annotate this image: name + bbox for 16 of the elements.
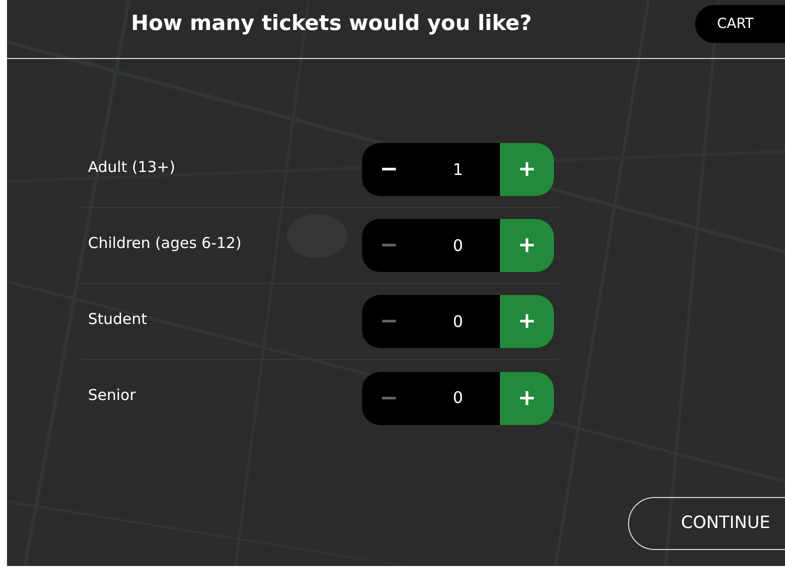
increase-button[interactable]: + bbox=[500, 219, 554, 272]
quantity-value: 0 bbox=[452, 234, 464, 256]
ticket-type-label: Student bbox=[87, 308, 148, 330]
quantity-value: 0 bbox=[452, 310, 464, 332]
ticket-type-label: Children (ages 6-12) bbox=[87, 232, 242, 254]
continue-button[interactable]: CONTINUE bbox=[628, 497, 785, 550]
page-title: How many tickets would you like? bbox=[131, 10, 532, 37]
ticket-type-label: Adult (13+) bbox=[87, 156, 176, 178]
cart-button[interactable]: CART bbox=[695, 5, 785, 43]
increase-button[interactable]: + bbox=[500, 143, 554, 196]
ticket-type-label: Senior bbox=[87, 385, 137, 406]
quantity-value: 1 bbox=[452, 158, 464, 180]
quantity-value: 0 bbox=[452, 387, 464, 409]
decrease-button[interactable]: − bbox=[362, 143, 416, 196]
increase-button[interactable]: + bbox=[500, 372, 554, 424]
increase-button[interactable]: + bbox=[500, 295, 554, 348]
